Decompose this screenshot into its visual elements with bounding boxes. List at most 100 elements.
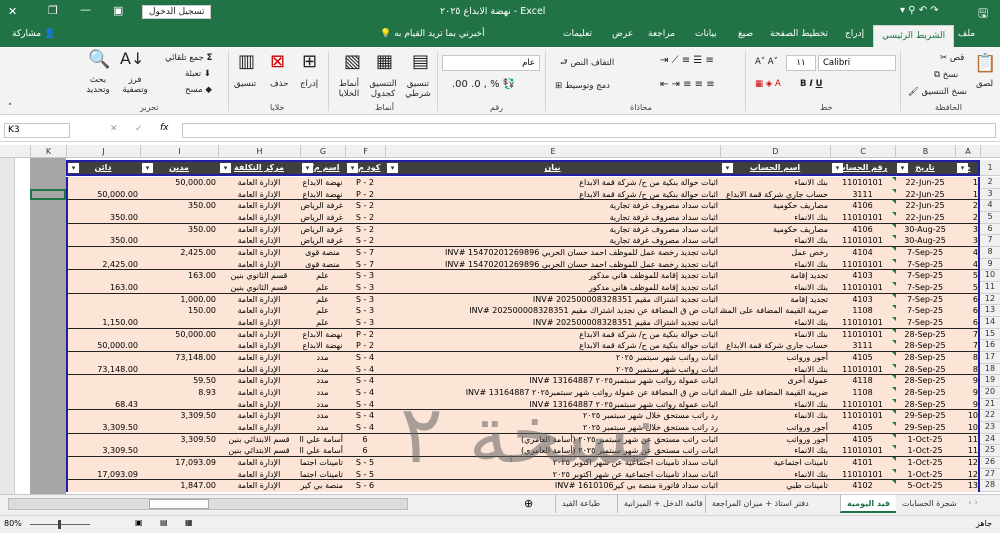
sort-filter-button[interactable]: فرز وتصفية — [115, 75, 155, 95]
new-sheet-button[interactable]: ⊕ — [524, 497, 533, 510]
cell-B[interactable]: 30-Aug-25 — [895, 224, 955, 235]
cell-H[interactable]: الإدارة العامة — [218, 457, 300, 468]
number-format-icons[interactable]: .00 .0 , % 💱 — [452, 79, 515, 90]
cell-F[interactable]: S - 5 — [345, 457, 385, 468]
cell-D[interactable]: تامينات اجتماعية — [720, 457, 830, 468]
cell-J[interactable]: 350.00 — [66, 212, 140, 223]
cell-B[interactable]: 5-Oct-25 — [895, 480, 955, 491]
name-box[interactable]: K3 — [4, 123, 70, 138]
cell-H[interactable]: الإدارة العامة — [218, 305, 300, 316]
worksheet-grid[interactable]: دائن ▾ مدين ▾ مركز التكلفة ▾ اسم م/ع ▾ كود م/ع ▾ ب… — [0, 158, 1000, 494]
cell-G[interactable]: غرفة الرياض — [300, 200, 345, 211]
cell-F[interactable]: S - 3 — [345, 317, 385, 328]
cell-C[interactable]: 4101 — [830, 457, 895, 468]
cell-G[interactable]: علم — [300, 317, 345, 328]
cell-D[interactable]: بنك الانماء — [720, 399, 830, 410]
cell-H[interactable]: الإدارة العامة — [218, 247, 300, 258]
row-header[interactable]: 17 — [980, 352, 1000, 364]
tab-formulas[interactable]: صيغ — [738, 29, 753, 39]
cell-D[interactable]: تجديد إقامة — [720, 270, 830, 281]
filter-dropdown-icon[interactable]: ▾ — [68, 163, 79, 173]
cell-C[interactable]: 11010101 — [830, 212, 895, 223]
cell-I[interactable]: 3,309.50 — [140, 434, 218, 445]
conditional-format-icon[interactable]: ▤ — [412, 51, 429, 72]
cell-G[interactable]: علم — [300, 305, 345, 316]
cell-C[interactable]: 1108 — [830, 305, 895, 316]
enter-icon[interactable]: ✓ — [135, 124, 143, 134]
share-button[interactable]: مشاركة 👤 — [12, 29, 55, 39]
cell-F[interactable]: S - 4 — [345, 422, 385, 433]
cell-F[interactable]: S - 3 — [345, 270, 385, 281]
cell-E[interactable]: اثبات عمولة رواتب شهر سبتمبر٢٠٢٥ 1316488… — [385, 399, 720, 410]
cell-E[interactable]: اثبات سداد مصروف غرفة تجارية — [385, 224, 720, 235]
find-select-button[interactable]: بحث وتحديد — [80, 75, 116, 95]
cell-A[interactable]: 1 — [955, 177, 980, 188]
cell-D[interactable]: بنك الانماء — [720, 410, 830, 421]
tab-data[interactable]: بيانات — [695, 29, 717, 39]
fill-button[interactable]: تعبئة ⬇ — [185, 69, 211, 79]
tell-me-search[interactable]: 💡 أخبرني بما تريد القيام به — [380, 29, 485, 39]
row-header[interactable]: 11 — [980, 282, 1000, 294]
column-header-A[interactable]: A — [955, 145, 980, 158]
cell-H[interactable]: الإدارة العامة — [218, 469, 300, 480]
cell-E[interactable]: اثبات سداد مصروف غرفة تجارية — [385, 212, 720, 223]
cell-D[interactable]: بنك الانماء — [720, 212, 830, 223]
row-header[interactable]: 1 — [980, 160, 1000, 176]
row-header[interactable]: 8 — [980, 247, 1000, 259]
cell-D[interactable]: بنك الانماء — [720, 445, 830, 456]
row-header[interactable]: 27 — [980, 468, 1000, 481]
row-header[interactable]: 18 — [980, 363, 1000, 376]
cell-A[interactable]: 7 — [955, 340, 980, 351]
cell-H[interactable]: قسم الابتدائي بنين — [218, 445, 300, 456]
cell-G[interactable]: مدد — [300, 387, 345, 398]
cell-H[interactable]: الإدارة العامة — [218, 259, 300, 270]
cell-E[interactable]: اثبات تجديد اشتراك مقيم 202500008328351 … — [385, 317, 720, 328]
cell-D[interactable]: بنك الانماء — [720, 364, 830, 375]
cell-B[interactable]: 7-Sep-25 — [895, 282, 955, 293]
normal-view-icon[interactable]: ▤ — [160, 518, 168, 527]
cell-D[interactable]: حساب جاري شركة قمة الابداع — [720, 189, 830, 200]
wrap-text-button[interactable]: ⮐ التفاف النص — [560, 57, 614, 71]
cell-B[interactable]: 1-Oct-25 — [895, 434, 955, 445]
cell-A[interactable]: 9 — [955, 375, 980, 386]
row-header[interactable]: 15 — [980, 328, 1000, 341]
cell-E[interactable]: اثبات سداد تامينات اجتماعية عن شهر اكتوب… — [385, 469, 720, 480]
filter-dropdown-icon[interactable]: ▾ — [897, 163, 908, 173]
cell-I[interactable]: 2,425.00 — [140, 247, 218, 258]
cell-B[interactable]: 7-Sep-25 — [895, 305, 955, 316]
cell-F[interactable]: S - 4 — [345, 364, 385, 375]
row-header[interactable]: 25 — [980, 445, 1000, 458]
save-icon[interactable]: 🖫 — [978, 4, 988, 25]
cell-D[interactable]: تامينات طبي — [720, 480, 830, 491]
cell-E[interactable]: اثبات راتب مستحق عن شهر سبتمبر ٢٠٢٥ (أسا… — [385, 434, 720, 445]
cell-H[interactable]: الإدارة العامة — [218, 387, 300, 398]
cell-A[interactable]: 3 — [955, 235, 980, 246]
cell-B[interactable]: 28-Sep-25 — [895, 364, 955, 375]
cell-C[interactable]: 11010101 — [830, 364, 895, 375]
cell-D[interactable]: أجور ورواتب — [720, 434, 830, 445]
cell-I[interactable]: 150.00 — [140, 305, 218, 316]
format-table-icon[interactable]: ▦ — [376, 51, 393, 72]
cell-E[interactable]: اثبات حوالة بنكية من ح/ شركة قمة الابداع — [385, 189, 720, 200]
cell-B[interactable]: 28-Sep-25 — [895, 340, 955, 351]
cell-A[interactable]: 5 — [955, 270, 980, 281]
cell-G[interactable]: أسامة علي العمري — [300, 445, 345, 456]
cell-D[interactable]: بنك الانماء — [720, 469, 830, 480]
cell-F[interactable]: 6 — [345, 445, 385, 456]
minimize-icon[interactable]: — — [80, 3, 91, 16]
cell-B[interactable]: 30-Aug-25 — [895, 235, 955, 246]
column-header-F[interactable]: F — [345, 145, 385, 158]
cell-J[interactable]: 73,148.00 — [66, 364, 140, 375]
row-header[interactable]: 6 — [980, 223, 1000, 236]
cell-J[interactable]: 50,000.00 — [66, 189, 140, 200]
column-header-B[interactable]: B — [895, 145, 955, 158]
cell-C[interactable]: 11010101 — [830, 259, 895, 270]
cell-H[interactable]: الإدارة العامة — [218, 235, 300, 246]
filter-dropdown-icon[interactable]: ▾ — [957, 163, 968, 173]
tab-page-layout[interactable]: تخطيط الصفحة — [770, 29, 828, 39]
cell-A[interactable]: 5 — [955, 282, 980, 293]
search-icon[interactable]: 🔍 — [88, 49, 110, 70]
cell-F[interactable]: S - 4 — [345, 387, 385, 398]
cell-H[interactable]: الإدارة العامة — [218, 212, 300, 223]
cell-C[interactable]: 11010101 — [830, 410, 895, 421]
